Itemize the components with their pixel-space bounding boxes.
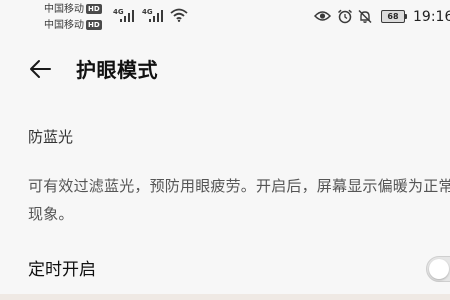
signal-bars-icon [149, 10, 163, 22]
description-text: 可有效过滤蓝光，预防用眼疲劳。开启后，屏幕显示偏暖为正常现象。 [28, 177, 450, 223]
bottom-strip [0, 294, 450, 300]
page-title: 护眼模式 [76, 58, 158, 82]
wifi-icon [170, 8, 188, 22]
timer-label: 定时开启 [28, 260, 96, 280]
toggle-knob [429, 259, 449, 279]
signal-bars-icon [120, 10, 134, 22]
timer-toggle[interactable] [426, 256, 450, 282]
alarm-icon [337, 9, 353, 24]
battery-tip [405, 14, 407, 19]
battery-level: 68 [387, 12, 399, 21]
carrier-2-label: 中国移动 [44, 20, 84, 31]
hd-badge-1: HD [86, 4, 102, 14]
carrier-1: 中国移动 HD [44, 4, 102, 16]
carrier-2: 中国移动 HD [44, 20, 102, 32]
section-title: 防蓝光 [28, 128, 74, 146]
battery-icon: 68 [381, 10, 405, 23]
mute-icon [358, 9, 372, 24]
eye-icon [314, 11, 331, 21]
hd-badge-2: HD [86, 20, 102, 30]
carrier-1-label: 中国移动 [44, 4, 84, 15]
back-arrow-icon[interactable] [28, 58, 52, 80]
status-time: 19:16 [413, 9, 450, 25]
